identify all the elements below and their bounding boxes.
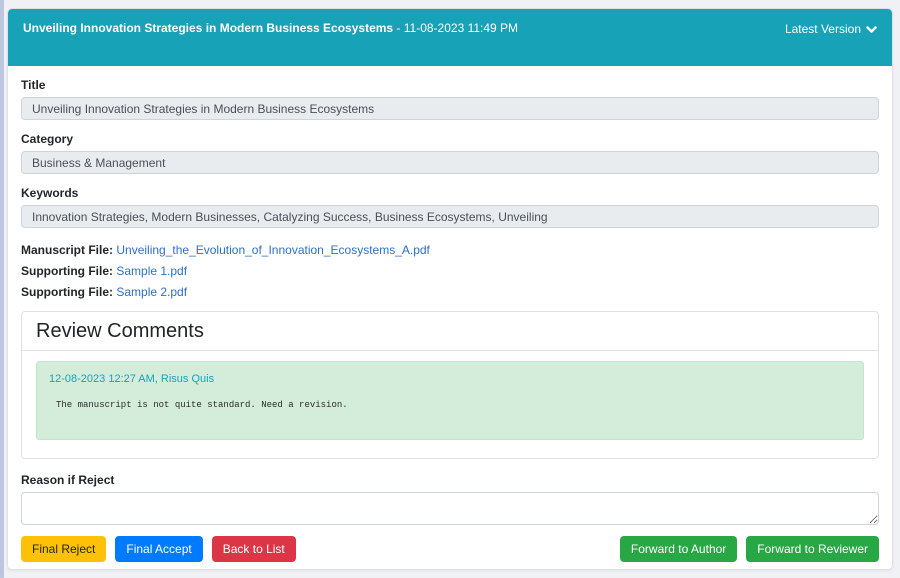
review-comment-meta: 12-08-2023 12:27 AM, Risus Quis (49, 373, 851, 386)
title-input[interactable] (21, 97, 879, 120)
final-reject-button[interactable]: Final Reject (21, 536, 106, 562)
review-comments-body: 12-08-2023 12:27 AM, Risus Quis The manu… (22, 351, 878, 458)
manuscript-file-link[interactable]: Unveiling_the_Evolution_of_Innovation_Ec… (116, 243, 430, 257)
chevron-down-icon (866, 26, 877, 34)
supporting-file-link-1[interactable]: Sample 1.pdf (116, 264, 187, 278)
version-dropdown-label: Latest Version (785, 20, 861, 39)
manuscript-header: Unveiling Innovation Strategies in Moder… (8, 9, 892, 66)
final-accept-button[interactable]: Final Accept (115, 536, 202, 562)
back-to-list-button[interactable]: Back to List (212, 536, 296, 562)
keywords-field-label: Keywords (21, 186, 879, 200)
supporting-file-row: Supporting File: Sample 1.pdf (21, 261, 879, 282)
window-edge-strip (0, 0, 4, 578)
manuscript-title-heading: Unveiling Innovation Strategies in Moder… (23, 19, 518, 38)
review-comments-card: Review Comments 12-08-2023 12:27 AM, Ris… (21, 311, 879, 459)
category-input[interactable] (21, 151, 879, 174)
category-field-label: Category (21, 132, 879, 146)
file-links-section: Manuscript File: Unveiling_the_Evolution… (21, 240, 879, 303)
review-comment: 12-08-2023 12:27 AM, Risus Quis The manu… (36, 361, 864, 440)
reason-if-reject-textarea[interactable] (21, 492, 879, 525)
manuscript-title-text: Unveiling Innovation Strategies in Moder… (23, 21, 393, 35)
version-dropdown[interactable]: Latest Version (785, 19, 877, 39)
action-buttons-row: Final Reject Final Accept Back to List F… (21, 536, 879, 562)
forward-to-reviewer-button[interactable]: Forward to Reviewer (746, 536, 879, 562)
manuscript-review-card: Unveiling Innovation Strategies in Moder… (7, 8, 893, 570)
supporting-file-label: Supporting File: (21, 285, 113, 299)
manuscript-file-row: Manuscript File: Unveiling_the_Evolution… (21, 240, 879, 261)
forward-to-author-button[interactable]: Forward to Author (620, 536, 737, 562)
reason-if-reject-label: Reason if Reject (21, 473, 879, 487)
supporting-file-link-2[interactable]: Sample 2.pdf (116, 285, 187, 299)
supporting-file-row: Supporting File: Sample 2.pdf (21, 282, 879, 303)
supporting-file-label: Supporting File: (21, 264, 113, 278)
review-comment-text: The manuscript is not quite standard. Ne… (56, 400, 851, 410)
title-field-label: Title (21, 78, 879, 92)
keywords-input[interactable] (21, 205, 879, 228)
manuscript-date-text: - 11-08-2023 11:49 PM (393, 21, 518, 35)
review-comments-heading: Review Comments (22, 312, 878, 351)
manuscript-file-label: Manuscript File: (21, 243, 113, 257)
manuscript-details: Title Category Keywords Manuscript File:… (8, 66, 892, 570)
